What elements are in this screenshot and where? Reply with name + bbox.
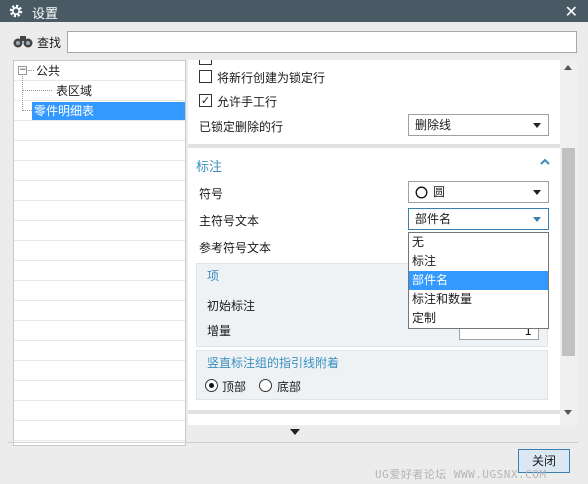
main-symbol-text-select[interactable]: 部件名	[408, 208, 549, 230]
tree-row	[14, 421, 185, 441]
tree-connector	[22, 90, 52, 91]
allow-manual-row-label: 允许手工行	[217, 95, 278, 109]
collapse-up-icon[interactable]	[540, 157, 550, 167]
tree-item-table-region[interactable]: 表区域	[54, 82, 94, 100]
tree-row	[14, 81, 185, 101]
tree-connector	[22, 110, 32, 111]
tree-connector	[22, 76, 23, 111]
tree-row	[14, 181, 185, 201]
tree-row	[14, 261, 185, 281]
binoculars-icon	[13, 36, 33, 48]
leader-bottom-label: 底部	[277, 380, 302, 394]
tree-row	[14, 161, 185, 181]
window-title: 设置	[32, 7, 59, 22]
section-collapsed-next	[188, 414, 560, 425]
leader-top-label: 顶部	[222, 380, 247, 394]
symbol-value: 圆	[433, 185, 446, 199]
item-box-title: 项	[207, 269, 220, 283]
chevron-down-icon	[533, 190, 541, 195]
scroll-thumb[interactable]	[562, 148, 575, 356]
tree-row	[14, 361, 185, 381]
scroll-down-icon[interactable]	[564, 410, 572, 415]
increment-label: 增量	[207, 324, 232, 338]
initial-label-label: 初始标注	[207, 299, 256, 313]
tree-row	[14, 241, 185, 261]
locked-deleted-rows-value: 删除线	[415, 118, 452, 132]
leader-attach-title: 竖直标注组的指引线附着	[207, 356, 340, 370]
main-symbol-text-dropdown-list: 无 标注 部件名 标注和数量 定制	[408, 232, 549, 329]
footer-divider	[8, 442, 578, 443]
tree-item-public[interactable]: 公共	[34, 62, 62, 80]
tree-collapse-icon[interactable]: −	[18, 66, 27, 75]
watermark: UG爱好者论坛 WWW.UGSNX.COM	[375, 468, 547, 481]
locked-deleted-rows-select[interactable]: 删除线	[408, 114, 549, 136]
tree-row	[14, 401, 185, 421]
dropdown-option-part-name[interactable]: 部件名	[409, 271, 548, 290]
new-row-lock-label: 将新行创建为锁定行	[217, 71, 326, 85]
search-row: 查找	[0, 28, 588, 56]
leader-attach-box: 竖直标注组的指引线附着 顶部 底部	[196, 350, 548, 400]
section-title-label: 标注	[196, 160, 223, 175]
locked-deleted-rows-label: 已锁定删除的行	[199, 120, 284, 134]
dropdown-option-custom[interactable]: 定制	[409, 309, 548, 328]
chevron-down-icon	[533, 217, 541, 222]
tree-item-parts-list[interactable]: 零件明细表	[32, 102, 185, 120]
leader-bottom-radio[interactable]	[259, 379, 272, 392]
dropdown-option-label[interactable]: 标注	[409, 252, 548, 271]
panel-scrollbar[interactable]	[560, 60, 577, 425]
ref-symbol-text-label: 参考符号文本	[199, 241, 272, 255]
main-symbol-text-label: 主符号文本	[199, 214, 260, 228]
gear-icon	[9, 4, 23, 18]
leader-top-radio[interactable]	[205, 379, 218, 392]
tree-row	[14, 321, 185, 341]
search-input[interactable]	[67, 31, 577, 53]
tree-row	[14, 341, 185, 361]
close-icon[interactable]: ✕	[565, 2, 578, 21]
new-row-lock-checkbox[interactable]	[199, 70, 212, 83]
section-general: 将新行创建为锁定行 ✓ 允许手工行 已锁定删除的行 删除线	[188, 60, 560, 144]
dropdown-option-none[interactable]: 无	[409, 233, 548, 252]
tree-row	[14, 201, 185, 221]
title-bar: 设置 ✕	[0, 0, 588, 22]
nav-tree: − 公共 表区域 零件明细表	[13, 60, 186, 446]
dropdown-option-label-and-qty[interactable]: 标注和数量	[409, 290, 548, 309]
main-symbol-text-value: 部件名	[415, 212, 452, 226]
tree-row	[14, 221, 185, 241]
scroll-up-icon[interactable]	[564, 65, 572, 70]
symbol-label: 符号	[199, 187, 224, 201]
tree-row	[14, 141, 185, 161]
tree-row	[14, 121, 185, 141]
tree-row	[14, 381, 185, 401]
search-label: 查找	[37, 36, 62, 50]
tree-row	[14, 281, 185, 301]
more-options-icon[interactable]	[290, 429, 300, 435]
tree-row	[14, 301, 185, 321]
symbol-select[interactable]: 圆	[408, 181, 549, 203]
circle-icon	[415, 186, 428, 199]
allow-manual-row-checkbox[interactable]: ✓	[199, 94, 212, 107]
partial-checkbox[interactable]	[199, 60, 212, 65]
chevron-down-icon	[533, 123, 541, 128]
